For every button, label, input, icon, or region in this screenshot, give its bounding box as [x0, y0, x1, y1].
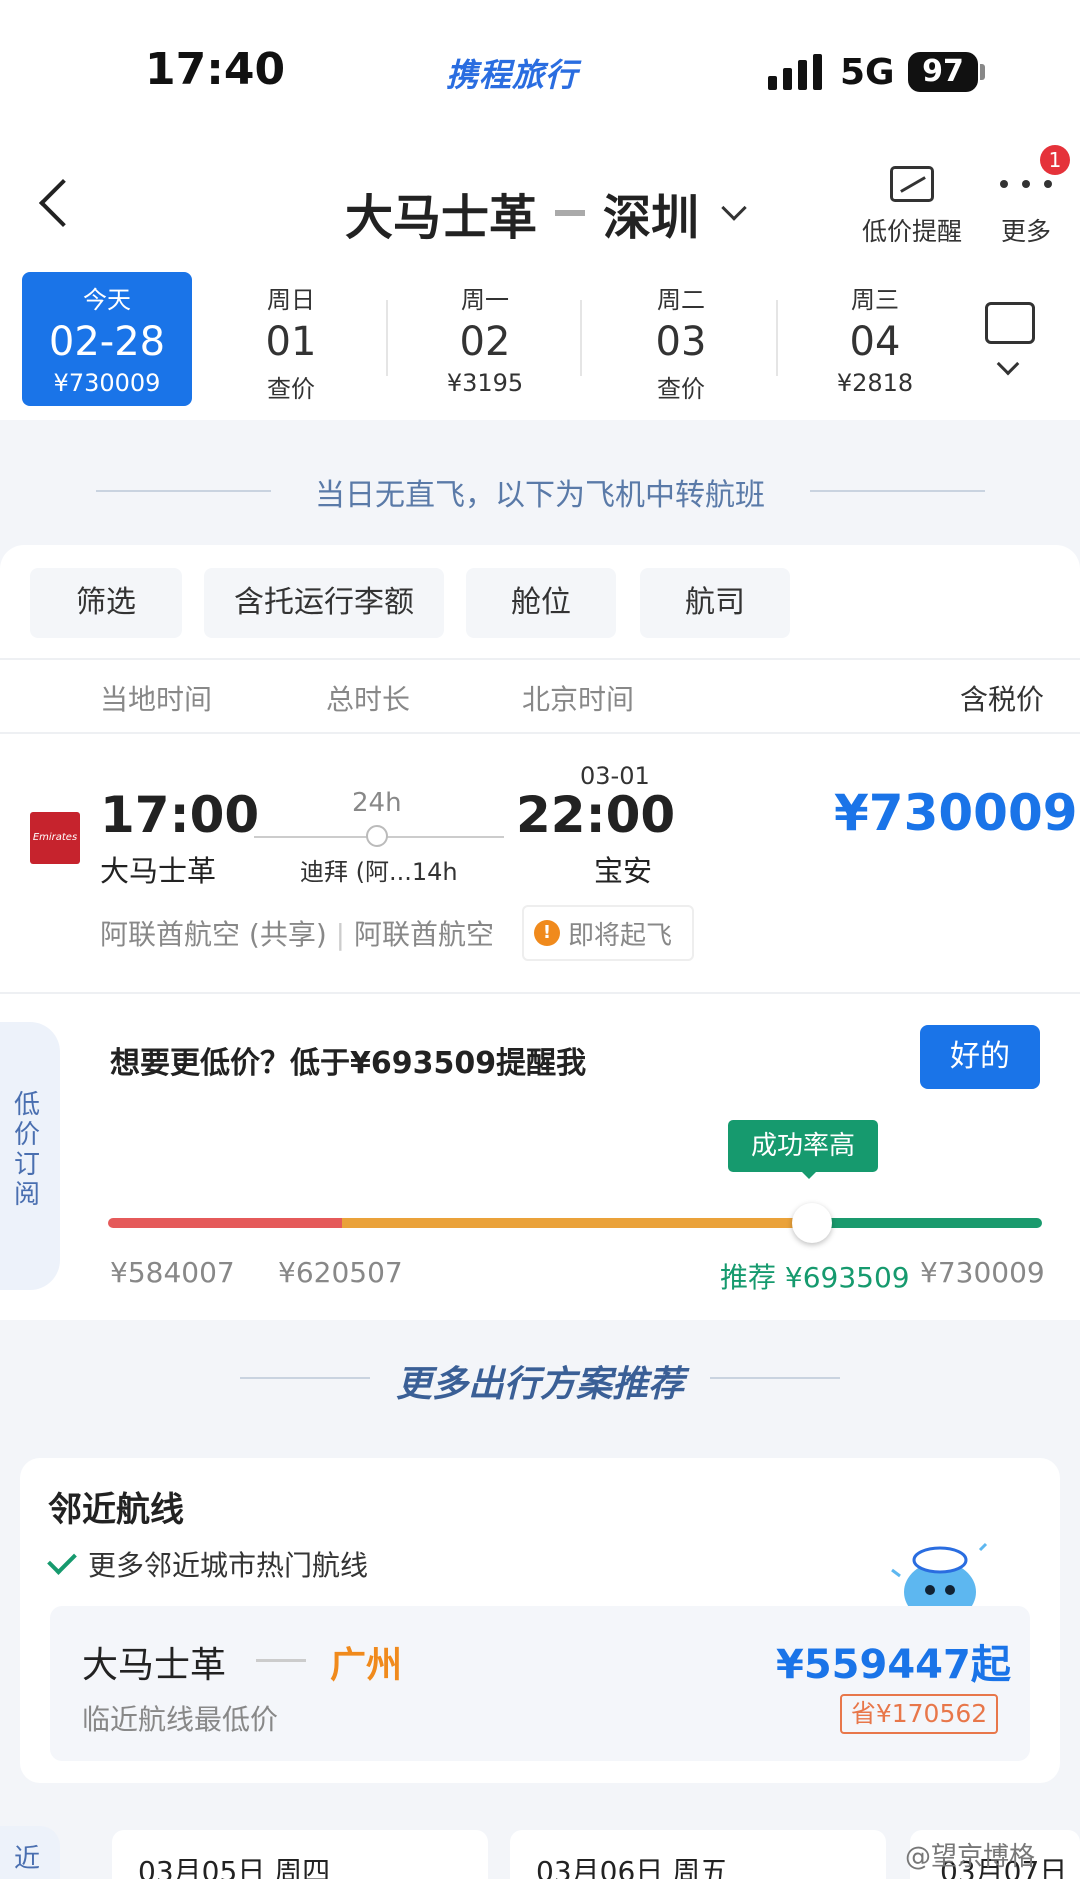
- warning-icon: !: [534, 920, 560, 946]
- more-divider: [710, 1377, 840, 1379]
- battery-tip: [980, 64, 985, 80]
- date-option[interactable]: 03月06日 周五: [510, 1830, 886, 1879]
- date-day: 03: [655, 319, 707, 365]
- column-beijing-time[interactable]: 北京时间: [522, 678, 634, 718]
- nearby-origin: 大马士革: [82, 1645, 227, 1686]
- date-weekday: 今天: [83, 286, 131, 314]
- airline-operating: 阿联酋航空: [354, 918, 495, 951]
- airline-dropdown[interactable]: 航司: [640, 568, 790, 638]
- price-alert-button[interactable]: 低价提醒: [862, 166, 962, 248]
- departure-time: 17:00: [100, 786, 260, 844]
- destination-city: 深圳: [603, 190, 700, 246]
- date-divider: [776, 300, 778, 376]
- check-icon: [47, 1545, 77, 1575]
- date-weekday: 周三: [851, 286, 899, 314]
- calendar-icon[interactable]: [985, 302, 1035, 344]
- price-bar-green: [812, 1218, 1042, 1228]
- departing-soon-chip: ! 即将起飞: [522, 905, 694, 961]
- stopover-label: 迪拜 (阿...14h: [300, 858, 458, 886]
- column-tax-price[interactable]: 含税价: [960, 678, 1044, 718]
- date-price: 查价: [657, 375, 705, 403]
- no-direct-notice: 当日无直飞，以下为飞机中转航班: [315, 478, 765, 513]
- filter-button[interactable]: 筛选: [30, 568, 182, 638]
- price-slider-handle[interactable]: [792, 1203, 832, 1243]
- nearby-destination: 广州: [330, 1645, 403, 1686]
- price-bar-orange: [342, 1218, 812, 1228]
- subscription-tab-label: 低价订阅: [13, 1090, 40, 1210]
- flight-price[interactable]: ¥730009: [834, 784, 1078, 842]
- divider: [0, 992, 1080, 994]
- signal-icon: [768, 54, 822, 90]
- nearby-routes-title: 邻近航线: [48, 1490, 184, 1530]
- recommended-price-tick: 推荐 ¥693509: [720, 1261, 910, 1294]
- column-local-time[interactable]: 当地时间: [100, 678, 212, 718]
- departure-city: 大马士革: [100, 854, 217, 888]
- divider: [0, 658, 1080, 660]
- price-tick: ¥584007: [110, 1256, 235, 1289]
- route-title[interactable]: 大马士革 深圳: [345, 178, 747, 248]
- price-alert-label: 低价提醒: [862, 217, 963, 246]
- watermark: @望京博格: [905, 1842, 1036, 1872]
- date-day: 04: [849, 319, 901, 365]
- nearby-subtitle-text: 更多邻近城市热门航线: [88, 1549, 369, 1582]
- origin-city: 大马士革: [345, 190, 538, 246]
- savings-badge: 省¥170562: [840, 1694, 998, 1734]
- battery-icon: 97: [908, 52, 978, 92]
- status-time: 17:40: [145, 44, 286, 95]
- notification-badge: 1: [1040, 145, 1070, 175]
- airline-shared: 阿联酋航空 (共享): [100, 918, 327, 951]
- notice-divider: [810, 490, 985, 492]
- arrival-city: 宝安: [594, 854, 653, 888]
- date-day: 02-28: [48, 319, 166, 365]
- network-label: 5G: [840, 52, 895, 93]
- date-price: ¥3195: [446, 369, 524, 397]
- price-tick: ¥730009: [920, 1256, 1045, 1289]
- date-cell[interactable]: 周日 01 查价: [206, 272, 376, 406]
- date-day: 02: [459, 319, 511, 365]
- date-price: ¥2818: [836, 369, 914, 397]
- bottom-tab-label: 近: [14, 1844, 41, 1874]
- flight-duration: 24h: [352, 788, 402, 818]
- arrival-time: 22:00: [516, 786, 676, 844]
- price-tick: ¥620507: [278, 1256, 403, 1289]
- cabin-dropdown[interactable]: 舱位: [466, 568, 616, 638]
- more-options-title: 更多出行方案推荐: [395, 1364, 684, 1405]
- nearby-low-label: 临近航线最低价: [82, 1703, 279, 1736]
- baggage-filter-chip[interactable]: 含托运行李额: [204, 568, 444, 638]
- nearby-price[interactable]: ¥559447起: [776, 1632, 1011, 1690]
- tooltip-arrow: [800, 1170, 818, 1179]
- stopover-dot: [366, 825, 388, 847]
- date-divider: [580, 300, 582, 376]
- success-rate-tooltip: 成功率高: [728, 1120, 878, 1172]
- date-cell-today[interactable]: 今天 02-28 ¥730009: [22, 272, 192, 406]
- price-bar-red: [108, 1218, 342, 1228]
- subscription-title: 想要更低价？低于¥693509提醒我: [110, 1046, 587, 1081]
- price-alert-icon: [890, 166, 934, 202]
- route-dash: [555, 210, 586, 216]
- date-day: 01: [265, 319, 317, 365]
- chevron-down-icon: [721, 195, 747, 221]
- warning-label: 即将起飞: [568, 920, 673, 951]
- date-divider: [386, 300, 388, 376]
- date-option[interactable]: 03月05日 周四: [112, 1830, 488, 1879]
- date-cell[interactable]: 周三 04 ¥2818: [790, 272, 960, 406]
- date-weekday: 周二: [657, 286, 705, 314]
- more-button[interactable]: 更多: [996, 166, 1056, 248]
- route-dash: [256, 1659, 306, 1662]
- column-duration[interactable]: 总时长: [326, 678, 410, 718]
- date-weekday: 周一: [461, 286, 509, 314]
- date-price: 查价: [267, 375, 315, 403]
- more-label: 更多: [1000, 217, 1051, 246]
- airline-logo: Emirates: [30, 812, 80, 864]
- date-weekday: 周日: [267, 286, 315, 314]
- date-cell[interactable]: 周一 02 ¥3195: [400, 272, 570, 406]
- app-logo: 携程旅行: [446, 56, 579, 94]
- ok-button[interactable]: 好的: [920, 1025, 1040, 1089]
- divider: [0, 732, 1080, 734]
- date-price: ¥730009: [53, 369, 161, 397]
- date-cell[interactable]: 周二 03 查价: [596, 272, 766, 406]
- airline-info: 阿联酋航空 (共享) | 阿联酋航空: [100, 918, 495, 951]
- nearby-routes-subtitle: 更多邻近城市热门航线: [47, 1544, 369, 1584]
